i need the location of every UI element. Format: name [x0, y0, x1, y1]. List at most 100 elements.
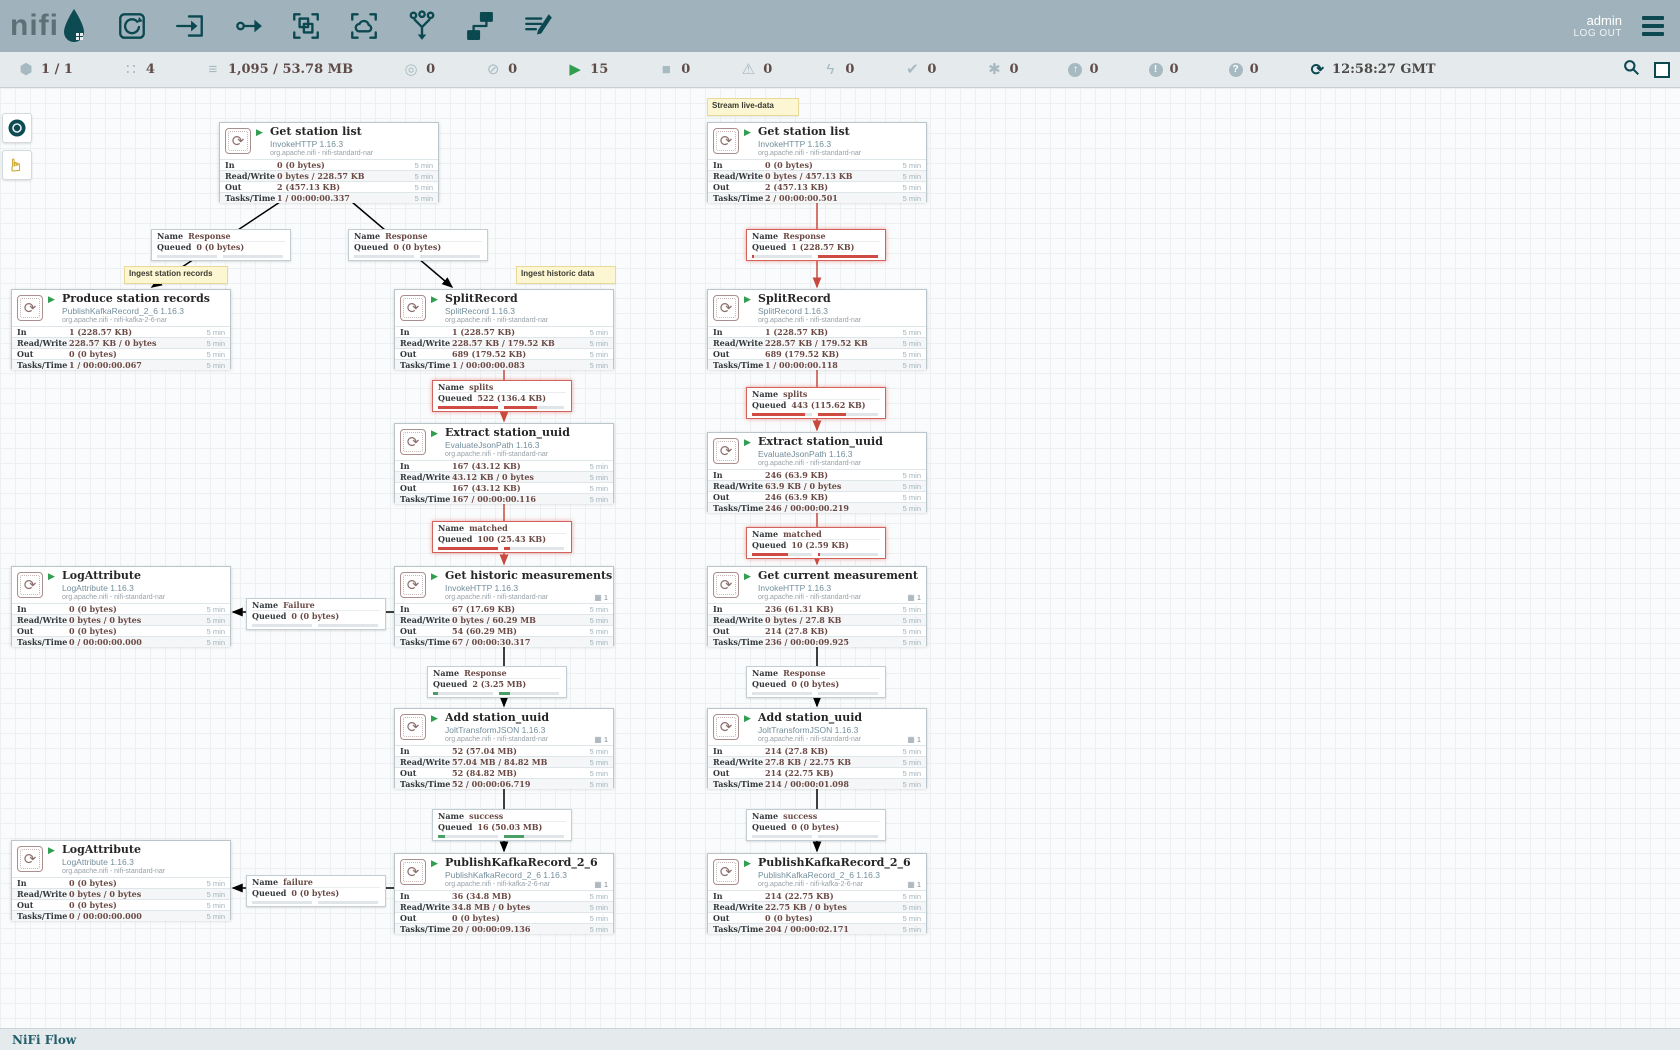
label-stream-live-data[interactable]: Stream live-data	[707, 98, 799, 116]
label-component-icon[interactable]	[521, 9, 555, 43]
stat-row-in: In1 (228.57 KB)5 min	[708, 326, 926, 337]
stat-row-rw: Read/Write0 bytes / 228.57 KB5 min	[220, 170, 438, 181]
connection-response-3[interactable]: NameResponseQueued1 (228.57 KB)	[746, 229, 886, 261]
processor-get-station-list-1[interactable]: ⟳▶Get station listInvokeHTTP 1.16.3org.a…	[219, 122, 439, 202]
template-component-icon[interactable]	[463, 9, 497, 43]
status-not-transmitting: ⊘0	[485, 62, 517, 78]
threads-badge-icon: ▦	[594, 593, 602, 602]
input-port-component-icon[interactable]	[173, 9, 207, 43]
processor-produce-station-records[interactable]: ⟳▶Produce station recordsPublishKafkaRec…	[11, 289, 231, 369]
panel-toggle-icon[interactable]	[1654, 62, 1670, 78]
processor-extract-station-uuid-1[interactable]: ⟳▶Extract station_uuidEvaluateJsonPath 1…	[394, 423, 614, 503]
processor-type: EvaluateJsonPath 1.16.3	[758, 449, 922, 459]
process-group-component-icon[interactable]	[289, 9, 323, 43]
global-menu-icon[interactable]	[1638, 12, 1668, 40]
stat-row-in: In1 (228.57 KB)5 min	[395, 326, 613, 337]
status-up-to-date: ✔0	[904, 62, 936, 78]
invalid-count: 0	[763, 62, 772, 77]
processor-publishkafkarecord-2[interactable]: ⟳▶PublishKafkaRecord_2_6PublishKafkaReco…	[707, 853, 927, 933]
stat-row-tasks: Tasks/Time1 / 00:00:00.1185 min	[708, 359, 926, 370]
remote-process-group-component-icon[interactable]	[347, 9, 381, 43]
stat-row-in: In214 (27.8 KB)5 min	[708, 745, 926, 756]
invalid-icon: ⚠	[740, 62, 756, 78]
processor-add-station-uuid-1[interactable]: ⟳▶Add station_uuidJoltTransformJSON 1.16…	[394, 708, 614, 788]
processor-title: PublishKafkaRecord_2_6	[445, 856, 609, 869]
queued-count: 0 (0 bytes)	[291, 888, 339, 898]
processor-type-icon: ⟳	[713, 295, 739, 321]
processor-bundle: org.apache.nifi - nifi-standard-nar	[445, 736, 609, 743]
stat-row-in: In67 (17.69 KB)5 min	[395, 603, 613, 614]
stat-row-out: Out0 (0 bytes)5 min	[12, 348, 230, 359]
stat-row-tasks: Tasks/Time167 / 00:00:00.1165 min	[395, 493, 613, 504]
running-status-icon: ▶	[744, 127, 751, 138]
relationship-name: splits	[783, 389, 807, 399]
queued-count: 443 (115.62 KB)	[791, 400, 865, 410]
processor-title: Extract station_uuid	[758, 435, 922, 448]
processor-title: Add station_uuid	[445, 711, 609, 724]
stopped-count: 0	[681, 62, 690, 77]
status-stale: ↑0	[1068, 62, 1098, 77]
processor-splitrecord-2[interactable]: ⟳▶SplitRecordSplitRecord 1.16.3org.apach…	[707, 289, 927, 369]
processor-type: EvaluateJsonPath 1.16.3	[445, 440, 609, 450]
status-transmitting: ◎0	[403, 62, 435, 78]
connection-success-1[interactable]: NamesuccessQueued16 (50.03 MB)	[432, 809, 572, 841]
sync-failure-count: 0	[1170, 62, 1179, 77]
output-port-component-icon[interactable]	[231, 9, 265, 43]
processor-type: SplitRecord 1.16.3	[445, 306, 609, 316]
connection-matched-2[interactable]: NamematchedQueued10 (2.59 KB)	[746, 527, 886, 559]
connection-failure-1[interactable]: NameFailureQueued0 (0 bytes)	[246, 598, 386, 630]
connection-response-1[interactable]: NameResponseQueued0 (0 bytes)	[151, 229, 291, 261]
queued-icon: ≡	[205, 62, 221, 78]
connection-response-4[interactable]: NameResponseQueued2 (3.25 MB)	[427, 666, 567, 698]
relationship-name: Response	[464, 668, 507, 678]
label-ingest-station-records[interactable]: Ingest station records	[124, 266, 228, 284]
stat-row-out: Out0 (0 bytes)5 min	[12, 625, 230, 636]
processor-type: SplitRecord 1.16.3	[758, 306, 922, 316]
processor-title: Get station list	[270, 125, 434, 138]
processor-type-icon: ⟳	[400, 859, 426, 885]
connection-failure-2[interactable]: NamefailureQueued0 (0 bytes)	[246, 875, 386, 907]
funnel-component-icon[interactable]	[405, 9, 439, 43]
flow-canvas[interactable]: ☞ Ingest station records Ingest historic …	[0, 88, 1680, 1028]
processor-publishkafkarecord-1[interactable]: ⟳▶PublishKafkaRecord_2_6PublishKafkaReco…	[394, 853, 614, 933]
processor-component-icon[interactable]	[115, 9, 149, 43]
breadcrumb[interactable]: NiFi Flow	[12, 1033, 76, 1047]
stat-row-tasks: Tasks/Time214 / 00:00:01.0985 min	[708, 778, 926, 789]
stat-row-out: Out246 (63.9 KB)5 min	[708, 491, 926, 502]
stat-row-rw: Read/Write0 bytes / 27.8 KB5 min	[708, 614, 926, 625]
connection-success-2[interactable]: NamesuccessQueued0 (0 bytes)	[746, 809, 886, 841]
cluster-count: 1 / 1	[41, 62, 73, 77]
connection-splits-1[interactable]: NamesplitsQueued522 (136.4 KB)	[432, 380, 572, 412]
status-invalid: ⚠0	[740, 62, 772, 78]
running-status-icon: ▶	[48, 845, 55, 856]
search-icon[interactable]	[1623, 59, 1640, 81]
label-ingest-historic-data[interactable]: Ingest historic data	[516, 266, 616, 284]
processor-logattribute-2[interactable]: ⟳▶LogAttributeLogAttribute 1.16.3org.apa…	[11, 840, 231, 920]
navigate-palette-button[interactable]	[2, 113, 32, 143]
connection-response-2[interactable]: NameResponseQueued0 (0 bytes)	[348, 229, 488, 261]
stat-row-tasks: Tasks/Time204 / 00:00:02.1715 min	[708, 923, 926, 934]
processor-extract-station-uuid-2[interactable]: ⟳▶Extract station_uuidEvaluateJsonPath 1…	[707, 432, 927, 512]
threads-icon: ∷	[123, 62, 139, 78]
running-status-icon: ▶	[744, 713, 751, 724]
logout-link[interactable]: LOG OUT	[1573, 28, 1622, 39]
transmitting-count: 0	[426, 62, 435, 77]
processor-add-station-uuid-2[interactable]: ⟳▶Add station_uuidJoltTransformJSON 1.16…	[707, 708, 927, 788]
connection-splits-2[interactable]: NamesplitsQueued443 (115.62 KB)	[746, 387, 886, 419]
disabled-icon: ϟ	[822, 62, 838, 78]
running-status-icon: ▶	[431, 428, 438, 439]
backpressure-bars	[252, 624, 380, 627]
stat-row-rw: Read/Write57.04 MB / 84.82 MB5 min	[395, 756, 613, 767]
connection-matched-1[interactable]: NamematchedQueued100 (25.43 KB)	[432, 521, 572, 553]
connection-response-5[interactable]: NameResponseQueued0 (0 bytes)	[746, 666, 886, 698]
processor-logattribute-1[interactable]: ⟳▶LogAttributeLogAttribute 1.16.3org.apa…	[11, 566, 231, 646]
status-disabled: ϟ0	[822, 62, 854, 78]
processor-splitrecord-1[interactable]: ⟳▶SplitRecordSplitRecord 1.16.3org.apach…	[394, 289, 614, 369]
processor-get-station-list-2[interactable]: ⟳▶Get station listInvokeHTTP 1.16.3org.a…	[707, 122, 927, 202]
nifi-drop-icon	[59, 6, 89, 46]
processor-get-historic-measurements[interactable]: ⟳▶Get historic measurementsInvokeHTTP 1.…	[394, 566, 614, 646]
processor-get-current-measurement[interactable]: ⟳▶Get current measurementInvokeHTTP 1.16…	[707, 566, 927, 646]
processor-type-icon: ⟳	[400, 572, 426, 598]
refresh-icon[interactable]: ⟳	[1311, 60, 1324, 80]
operate-palette-button[interactable]: ☞	[2, 150, 32, 180]
